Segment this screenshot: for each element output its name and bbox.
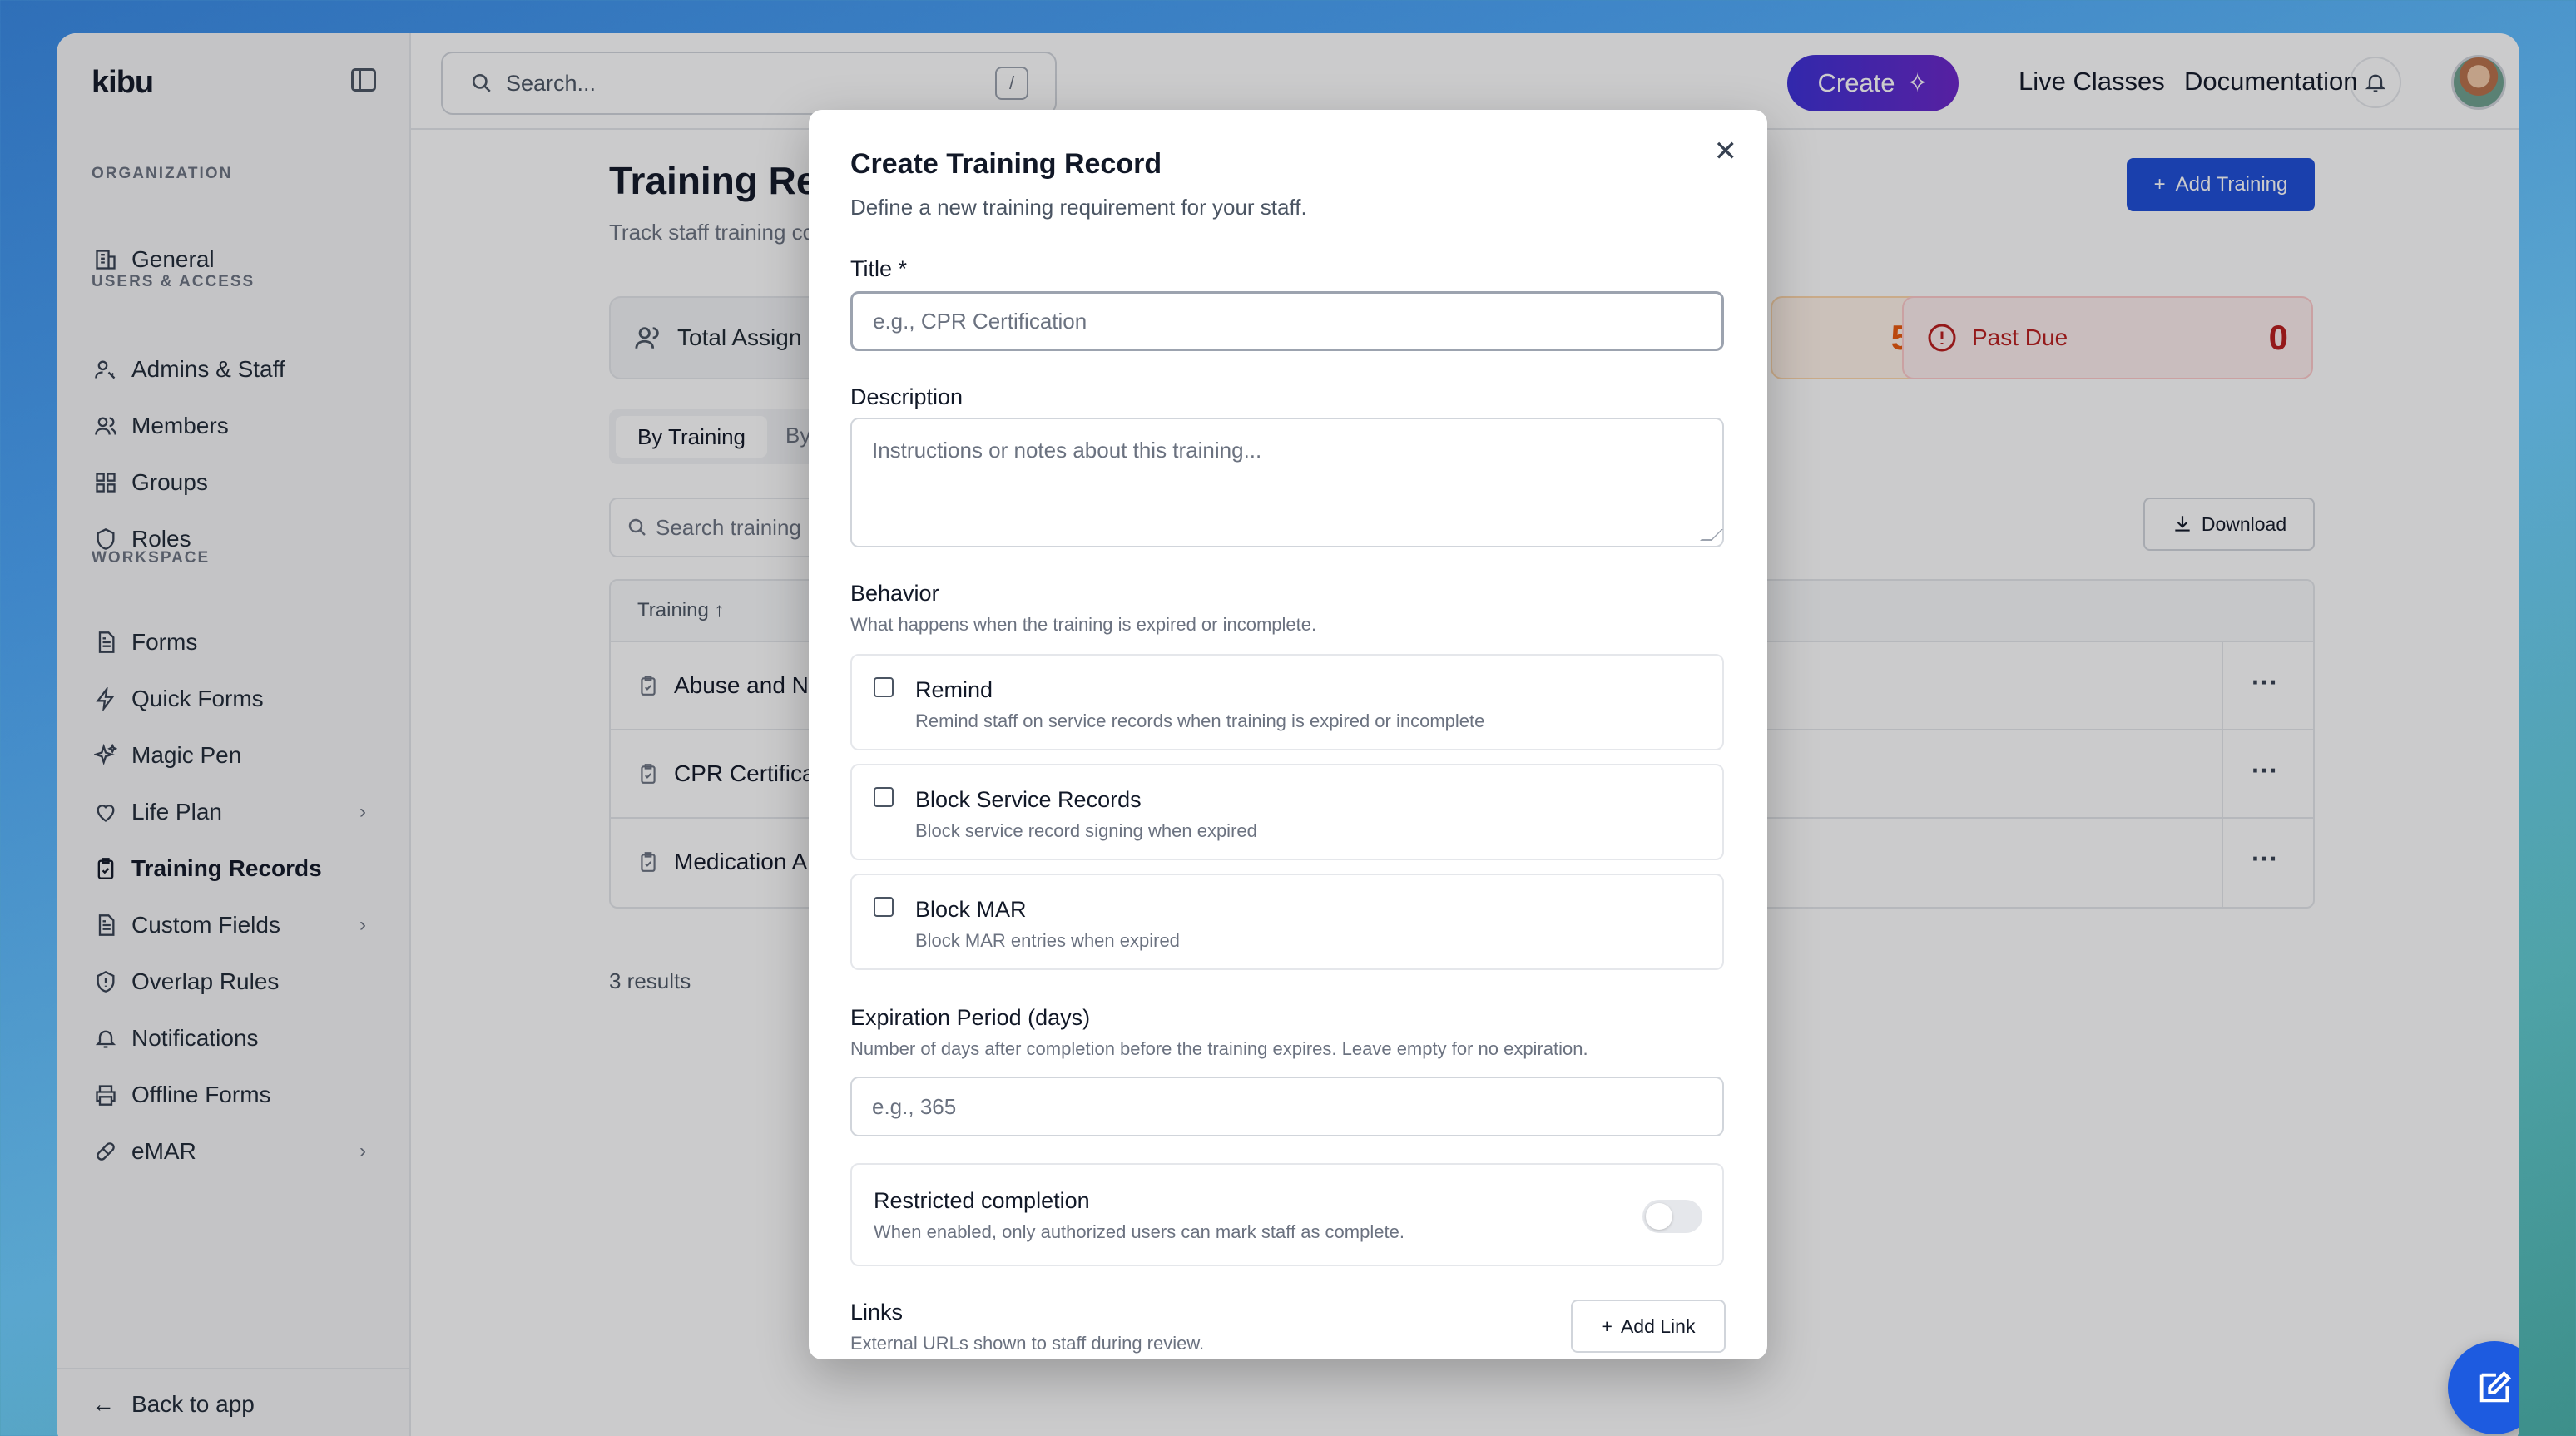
behavior-label: Behavior <box>850 581 939 606</box>
restricted-description: When enabled, only authorized users can … <box>874 1221 1404 1242</box>
block-service-records-checkbox[interactable] <box>874 787 894 807</box>
resize-handle-icon[interactable] <box>1700 529 1723 541</box>
option-description: Block service record signing when expire… <box>915 820 1257 841</box>
expiration-field[interactable]: e.g., 365 <box>850 1077 1724 1136</box>
edit-icon <box>2475 1369 2514 1407</box>
expiration-placeholder: e.g., 365 <box>872 1093 957 1119</box>
option-title: Remind <box>915 677 993 702</box>
title-field[interactable]: e.g., CPR Certification <box>850 291 1724 351</box>
option-title: Block MAR <box>915 897 1027 922</box>
links-label: Links <box>850 1300 904 1325</box>
restricted-completion-card: Restricted completion When enabled, only… <box>850 1163 1724 1266</box>
add-link-label: Add Link <box>1620 1315 1696 1337</box>
block-mar-checkbox[interactable] <box>874 897 894 917</box>
create-training-modal: ✕ Create Training Record Define a new tr… <box>809 110 1767 1359</box>
option-remind[interactable]: Remind Remind staff on service records w… <box>850 654 1724 750</box>
option-description: Remind staff on service records when tra… <box>915 711 1485 731</box>
option-title: Block Service Records <box>915 787 1142 812</box>
restricted-title: Restricted completion <box>874 1188 1090 1213</box>
description-label: Description <box>850 384 964 409</box>
option-description: Block MAR entries when expired <box>915 930 1180 951</box>
add-link-button[interactable]: + Add Link <box>1571 1300 1726 1353</box>
description-placeholder: Instructions or notes about this trainin… <box>872 438 1262 463</box>
expiration-help: Number of days after completion before t… <box>850 1038 1588 1059</box>
close-icon[interactable]: ✕ <box>1714 135 1738 168</box>
expiration-label: Expiration Period (days) <box>850 1005 1091 1030</box>
description-field[interactable]: Instructions or notes about this trainin… <box>850 418 1724 547</box>
remind-checkbox[interactable] <box>874 677 894 697</box>
plus-icon: + <box>1601 1315 1612 1337</box>
option-block-service-records[interactable]: Block Service Records Block service reco… <box>850 764 1724 860</box>
links-help: External URLs shown to staff during revi… <box>850 1333 1205 1354</box>
restricted-completion-toggle[interactable] <box>1642 1200 1702 1233</box>
modal-subtitle: Define a new training requirement for yo… <box>850 195 1307 220</box>
title-placeholder: e.g., CPR Certification <box>873 308 1087 334</box>
modal-title: Create Training Record <box>850 148 1162 180</box>
option-block-mar[interactable]: Block MAR Block MAR entries when expired <box>850 874 1724 970</box>
title-label: Title * <box>850 256 908 281</box>
behavior-help: What happens when the training is expire… <box>850 614 1317 635</box>
